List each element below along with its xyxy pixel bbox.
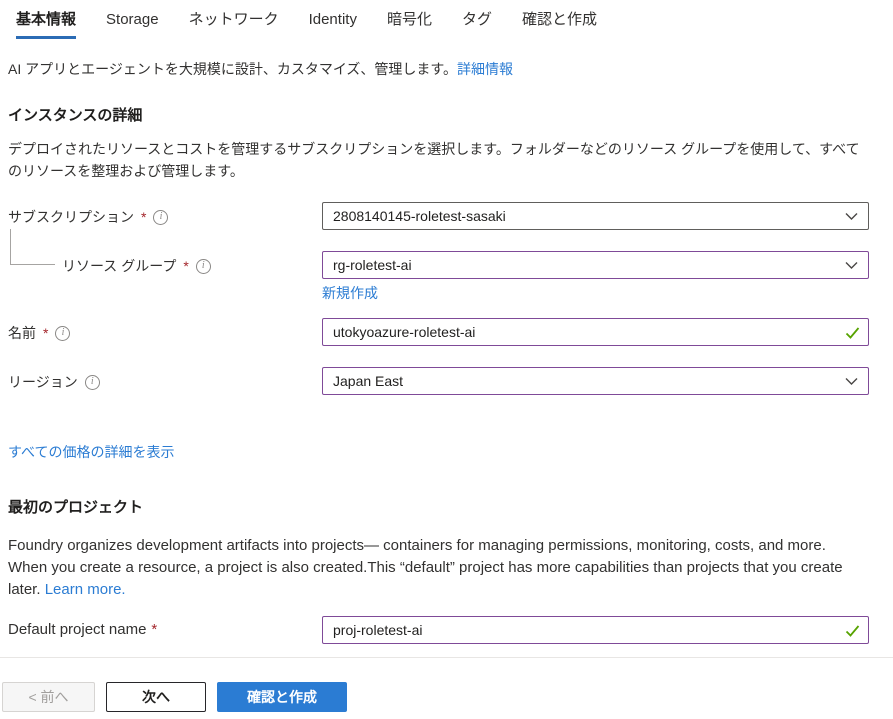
- required-asterisk: *: [141, 209, 146, 225]
- default-project-name-label: Default project name *: [8, 616, 322, 638]
- name-input[interactable]: [322, 318, 869, 346]
- pricing-details-link[interactable]: すべての価格の詳細を表示: [8, 443, 174, 461]
- name-label: 名前 *: [8, 318, 322, 343]
- tab-encryption[interactable]: 暗号化: [387, 10, 432, 39]
- subscription-label: サブスクリプション *: [8, 202, 322, 227]
- chevron-down-icon: [845, 377, 858, 386]
- review-create-button[interactable]: 確認と作成: [217, 682, 347, 712]
- resource-group-value: rg-roletest-ai: [333, 257, 412, 273]
- tab-network[interactable]: ネットワーク: [189, 10, 279, 39]
- region-dropdown[interactable]: Japan East: [322, 367, 869, 395]
- region-row: リージョン Japan East: [8, 367, 869, 395]
- required-asterisk: *: [151, 621, 157, 638]
- tab-storage[interactable]: Storage: [106, 10, 159, 39]
- info-icon[interactable]: [85, 375, 100, 390]
- default-project-name-label-text: Default project name: [8, 621, 146, 638]
- details-link[interactable]: 詳細情報: [457, 61, 513, 77]
- default-project-name-row: Default project name *: [8, 616, 869, 644]
- tree-connector: [10, 229, 55, 265]
- subscription-dropdown[interactable]: 2808140145-roletest-sasaki: [322, 202, 869, 230]
- name-label-text: 名前: [8, 323, 36, 343]
- create-wizard-basics-pane: 基本情報 Storage ネットワーク Identity 暗号化 タグ 確認と作…: [0, 0, 893, 644]
- info-icon[interactable]: [196, 259, 211, 274]
- info-icon[interactable]: [153, 210, 168, 225]
- first-project-description: Foundry organizes development artifacts …: [8, 535, 869, 601]
- chevron-down-icon: [845, 261, 858, 270]
- resource-group-row: リソース グループ * rg-roletest-ai 新規作成: [8, 251, 869, 302]
- tab-review-create[interactable]: 確認と作成: [522, 10, 597, 39]
- required-asterisk: *: [43, 325, 48, 341]
- chevron-down-icon: [845, 212, 858, 221]
- instance-details-heading: インスタンスの詳細: [8, 106, 869, 126]
- resource-group-dropdown[interactable]: rg-roletest-ai: [322, 251, 869, 279]
- instance-details-description: デプロイされたリソースとコストを管理するサブスクリプションを選択します。フォルダ…: [8, 138, 869, 182]
- first-project-description-text: Foundry organizes development artifacts …: [8, 537, 843, 598]
- subscription-label-text: サブスクリプション: [8, 207, 134, 227]
- footer-buttons: < 前へ 次へ 確認と作成: [0, 658, 893, 719]
- region-label: リージョン: [8, 367, 322, 392]
- intro-text: AI アプリとエージェントを大規模に設計、カスタマイズ、管理します。詳細情報: [8, 59, 869, 79]
- instance-details-form: サブスクリプション * 2808140145-roletest-sasaki リ…: [8, 202, 869, 395]
- subscription-value: 2808140145-roletest-sasaki: [333, 208, 506, 224]
- create-new-link[interactable]: 新規作成: [322, 284, 378, 302]
- name-row: 名前 *: [8, 318, 869, 346]
- wizard-footer: < 前へ 次へ 確認と作成: [0, 657, 893, 719]
- default-project-name-input[interactable]: [322, 616, 869, 644]
- tab-tags[interactable]: タグ: [462, 10, 492, 39]
- region-label-text: リージョン: [8, 372, 78, 392]
- tab-basics[interactable]: 基本情報: [16, 10, 76, 39]
- next-button[interactable]: 次へ: [106, 682, 206, 712]
- learn-more-link[interactable]: Learn more.: [45, 581, 126, 598]
- first-project-heading: 最初のプロジェクト: [8, 498, 869, 518]
- wizard-tab-bar: 基本情報 Storage ネットワーク Identity 暗号化 タグ 確認と作…: [8, 0, 869, 39]
- resource-group-label: リソース グループ *: [8, 251, 322, 276]
- subscription-row: サブスクリプション * 2808140145-roletest-sasaki: [8, 202, 869, 230]
- intro-description: AI アプリとエージェントを大規模に設計、カスタマイズ、管理します。: [8, 61, 457, 77]
- tab-identity[interactable]: Identity: [309, 10, 357, 39]
- previous-button[interactable]: < 前へ: [2, 682, 95, 712]
- region-value: Japan East: [333, 373, 403, 389]
- resource-group-label-text: リソース グループ: [62, 256, 176, 276]
- info-icon[interactable]: [55, 326, 70, 341]
- required-asterisk: *: [183, 258, 188, 274]
